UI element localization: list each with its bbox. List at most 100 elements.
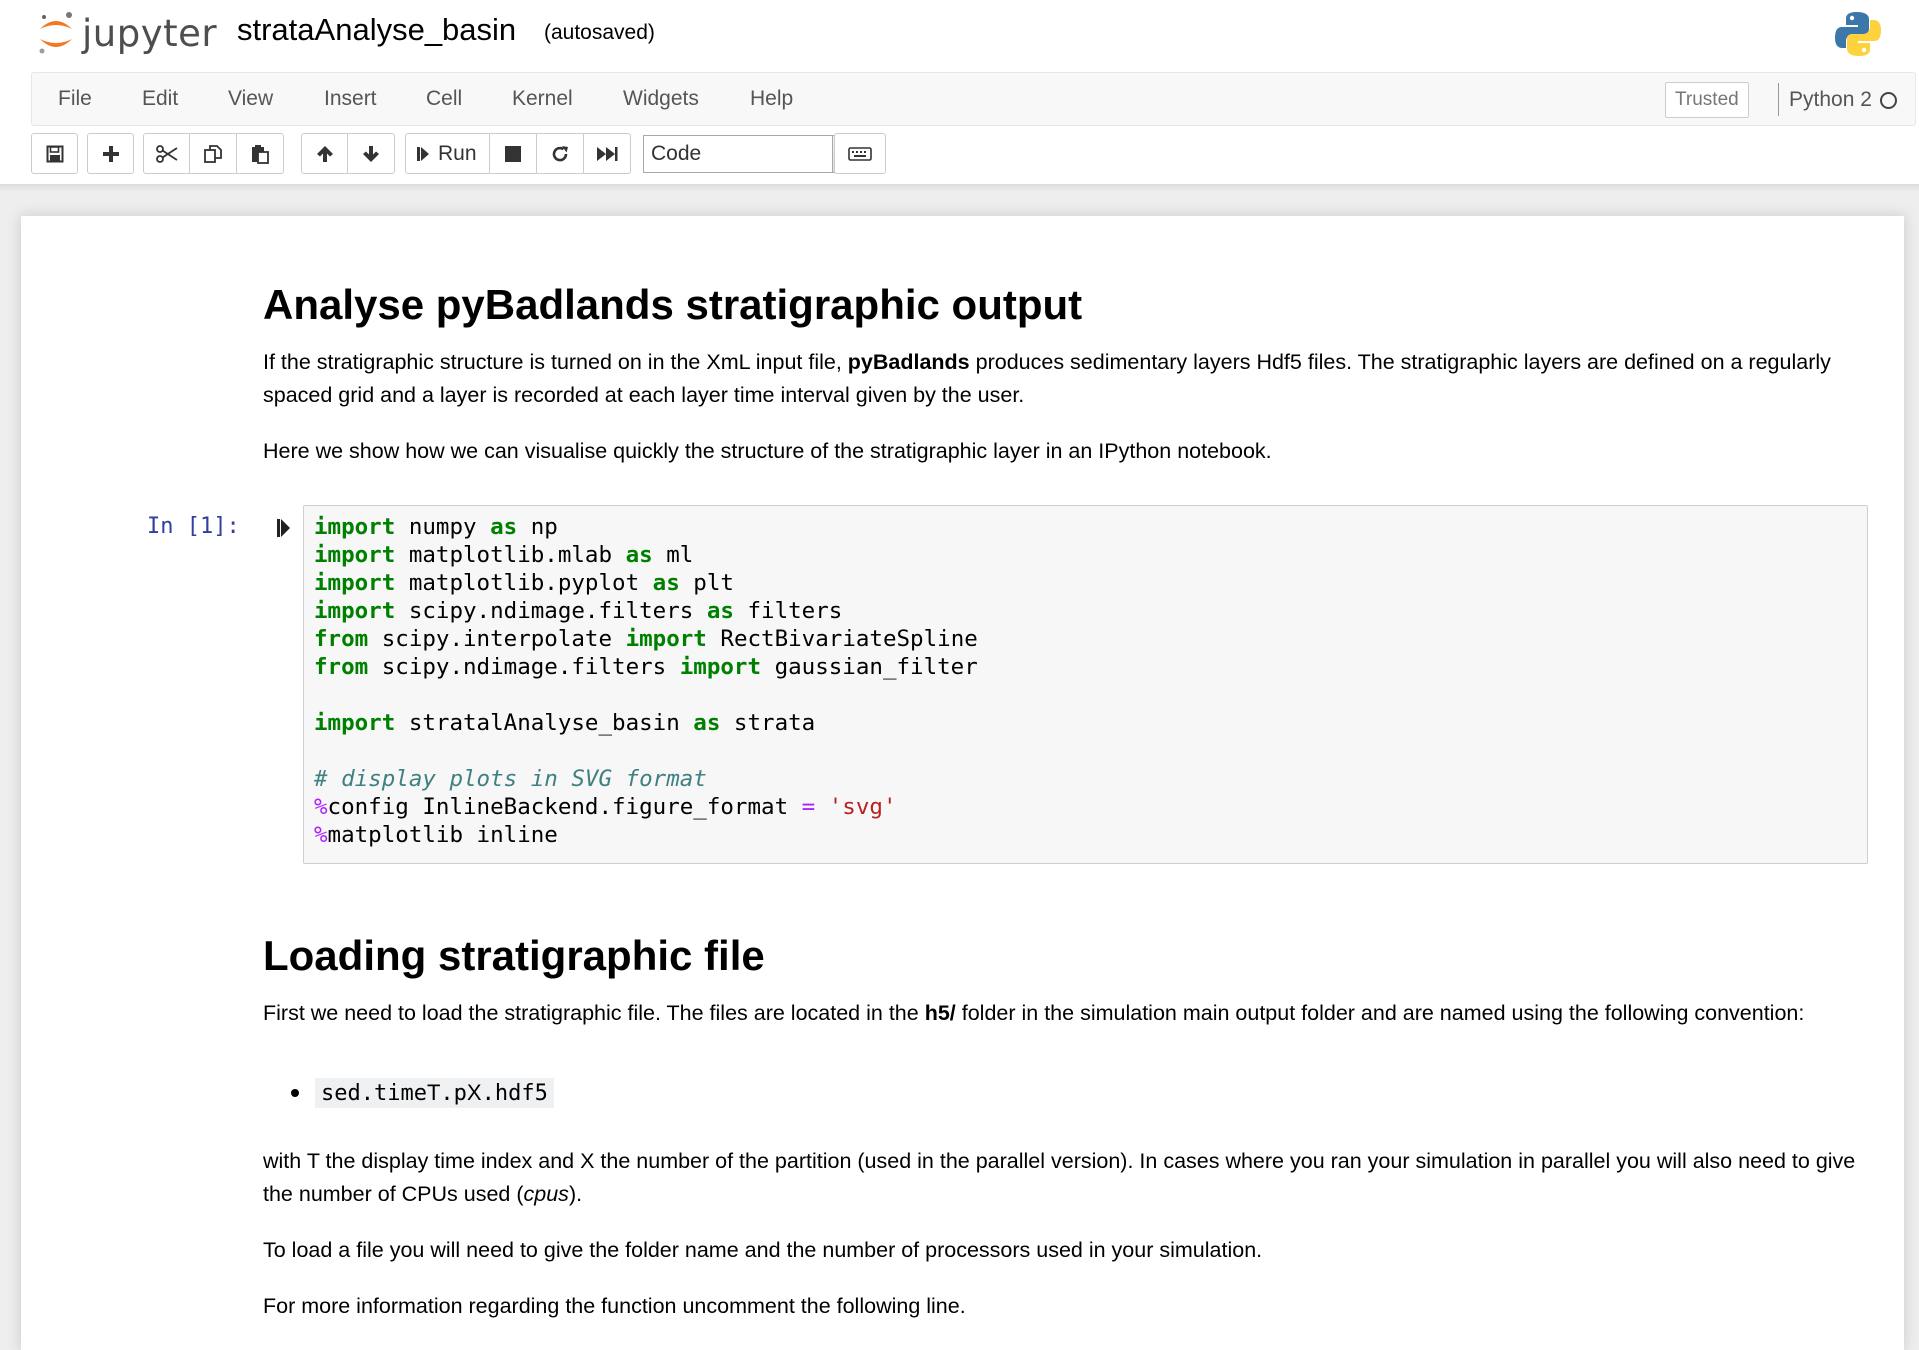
code-token-kw: as [625,542,653,568]
palette-group [834,133,886,174]
stop-icon [504,145,521,162]
code-token-kw: as [652,570,680,596]
trusted-indicator[interactable]: Trusted [1665,82,1749,118]
code-token-mg: % [314,794,328,820]
paste-icon [252,144,269,164]
code-token: matplotlib.pyplot [395,570,653,596]
text-span: folder in the simulation main output fol… [955,1001,1805,1025]
code-line: import stratalAnalyse_basin as strata [314,709,978,737]
file-convention-code: sed.timeT.pX.hdf5 [315,1078,554,1108]
python-logo-icon [1834,10,1882,63]
intro-paragraph: If the stratigraphic structure is turned… [263,346,1863,412]
cut-button[interactable] [143,133,190,174]
placeholder-x: X [466,1080,482,1105]
floppy-disk-icon [46,145,63,162]
notebook-name[interactable]: strataAnalyse_basin [237,12,516,48]
cell-heading: Loading stratigraphic file [263,932,765,979]
arrow-up-icon [316,145,333,162]
code-token-mg: % [314,822,328,848]
autosave-status: (autosaved) [544,21,655,44]
restart-run-all-button[interactable] [583,133,631,174]
code-token-kw: as [490,514,518,540]
code-line: import numpy as np [314,513,978,541]
markdown-cell-loading[interactable]: Loading stratigraphic file First we need… [263,931,1863,1030]
paste-button[interactable] [237,133,284,174]
arrow-down-icon [363,145,379,162]
refresh-icon [552,145,568,161]
code-token: RectBivariateSpline [706,626,978,652]
cell-type-select[interactable]: Code [643,135,849,173]
code-line: import scipy.ndimage.filters as filters [314,597,978,625]
code-token-kw: import [679,654,762,680]
code-editor[interactable]: import numpy as np import matplotlib.mlab… [303,505,1868,864]
restart-button[interactable] [536,133,584,174]
jupyter-logo-icon [39,12,72,54]
code-token-kw: import [314,598,396,624]
menu-view[interactable]: View [228,87,273,111]
markdown-cell-loading-cont: with T the display time index and X the … [263,1145,1863,1323]
code-token: stratalAnalyse_basin [395,710,694,736]
cell-heading: Analyse pyBadlands stratigraphic output [263,281,1083,328]
kernel-name[interactable]: Python 2 [1789,88,1872,112]
code-token: filters [733,598,843,624]
kernel-separator [1778,83,1779,116]
code-line: %matplotlib inline [314,821,978,849]
loading-paragraph: First we need to load the stratigraphic … [263,997,1863,1030]
insert-group [87,133,134,174]
move-up-button[interactable] [301,133,348,174]
code-token-op: = [801,794,816,820]
markdown-cell-intro[interactable]: Analyse pyBadlands stratigraphic output … [263,280,1863,468]
bold-text: pyBadlands [847,350,970,374]
code-token-kw: import [314,514,396,540]
menu-kernel[interactable]: Kernel [512,87,573,111]
notebook-container: Analyse pyBadlands stratigraphic output … [21,216,1904,1350]
menu-widgets[interactable]: Widgets [623,87,699,111]
menu-insert[interactable]: Insert [324,87,377,111]
move-group [301,133,395,174]
run-label: Run [438,141,477,165]
menu-cell[interactable]: Cell [426,87,462,111]
code-token-cm: # display plots in SVG format [314,766,707,792]
move-down-button[interactable] [348,133,395,174]
run-cell-icon[interactable] [277,518,291,543]
menu-help[interactable]: Help [750,87,793,111]
code-token-kw: from [314,654,369,680]
keyboard-icon [848,146,872,161]
load-paragraph: To load a file you will need to give the… [263,1238,1263,1262]
plus-icon [102,145,119,162]
jupyter-logo[interactable]: jupyter [36,8,217,58]
command-palette-button[interactable] [834,133,886,174]
run-button[interactable]: Run [405,133,490,174]
menu-file[interactable]: File [58,87,92,111]
code-token: scipy.ndimage.filters [368,654,680,680]
code-token: ml [652,542,694,568]
bullet-dot [291,1089,299,1097]
code-token: plt [679,570,734,596]
code-token: matplotlib.mlab [395,542,626,568]
info-paragraph: For more information regarding the funct… [263,1294,966,1318]
code-token-kw: import [314,710,396,736]
code-token-kw: as [693,710,721,736]
edit-group [143,133,284,174]
code-token: np [517,514,558,540]
text-span: ). [568,1182,583,1206]
header-shadow [0,184,1919,192]
code-token-kw: as [706,598,734,624]
code-span: .p [440,1081,467,1106]
interrupt-button[interactable] [489,133,537,174]
code-line: from scipy.interpolate import RectBivari… [314,625,978,653]
code-token: scipy.interpolate [368,626,626,652]
copy-button[interactable] [190,133,237,174]
code-span: sed.time [321,1081,427,1106]
code-token-st: 'svg' [828,794,897,820]
insert-cell-button[interactable] [87,133,134,174]
menu-edit[interactable]: Edit [142,87,178,111]
partition-paragraph: with T the display time index and X the … [263,1145,1863,1211]
text-span: First we need to load the stratigraphic … [263,1001,925,1025]
save-button[interactable] [31,133,78,174]
text-span: If the stratigraphic structure is turned… [263,350,848,374]
code-token-kw: from [314,626,369,652]
